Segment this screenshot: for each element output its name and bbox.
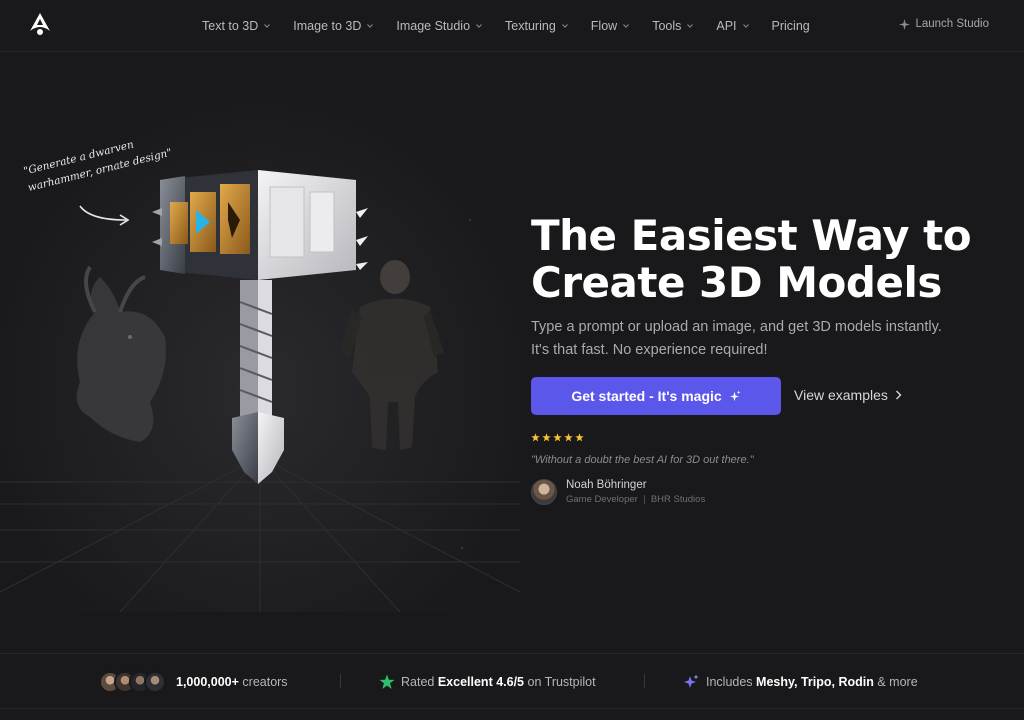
rated-prefix: Rated xyxy=(401,675,435,689)
nav-item-texturing[interactable]: Texturing xyxy=(505,19,568,33)
creators-suffix: creators xyxy=(242,675,288,689)
star-icon xyxy=(542,433,551,442)
testimonial-quote: "Without a doubt the best AI for 3D out … xyxy=(531,454,754,466)
hero-title-line-2: Create 3D Models xyxy=(531,258,942,307)
top-navbar: Text to 3D Image to 3D Image Studio Text… xyxy=(0,0,1024,52)
nav-item-api[interactable]: API xyxy=(716,19,749,33)
nav-menu: Text to 3D Image to 3D Image Studio Text… xyxy=(202,0,833,52)
nav-item-label: Image to 3D xyxy=(293,19,362,33)
hero-title: The Easiest Way to Create 3D Models xyxy=(531,212,1011,306)
hero-subtitle: Type a prompt or upload an image, and ge… xyxy=(531,316,1001,362)
nav-item-label: Pricing xyxy=(771,19,810,33)
star-icon xyxy=(531,433,540,442)
view-examples-label: View examples xyxy=(794,387,888,403)
chevron-down-icon xyxy=(742,24,749,28)
avatar-stack xyxy=(99,671,166,693)
author-company: BHR Studios xyxy=(650,494,706,505)
nav-item-label: API xyxy=(716,19,737,33)
includes-value: Meshy, Tripo, Rodin xyxy=(756,675,874,689)
author-role-title: Game Developer xyxy=(566,494,638,505)
rated-suffix: on Trustpilot xyxy=(527,675,596,689)
curved-arrow-icon xyxy=(79,205,130,226)
nav-item-image-studio[interactable]: Image Studio xyxy=(396,19,482,33)
trustpilot-star-icon xyxy=(379,674,395,689)
nav-item-tools[interactable]: Tools xyxy=(652,19,694,33)
hero-scene-illustration xyxy=(0,52,520,612)
nav-item-flow[interactable]: Flow xyxy=(590,19,630,33)
avatar xyxy=(144,671,166,693)
nav-item-label: Text to 3D xyxy=(202,19,259,33)
star-icon xyxy=(553,433,562,442)
hero-subtitle-line-2: It's that fast. No experience required! xyxy=(531,342,768,358)
sparkle-icon xyxy=(899,18,911,30)
get-started-label: Get started - It's magic xyxy=(571,388,722,404)
chevron-down-icon xyxy=(476,24,482,28)
star-icon xyxy=(575,433,584,442)
get-started-button[interactable]: Get started - It's magic xyxy=(531,377,781,415)
nav-item-label: Image Studio xyxy=(396,19,471,33)
view-examples-link[interactable]: View examples xyxy=(794,387,902,403)
testimonial-role: Game Developer BHR Studios xyxy=(566,494,705,505)
nav-item-label: Texturing xyxy=(505,19,556,33)
chevron-down-icon xyxy=(687,24,694,28)
rated-value: Excellent 4.6/5 xyxy=(437,675,525,689)
chevron-right-icon xyxy=(895,390,902,400)
stat-creators: 1,000,000+ creators xyxy=(99,654,288,710)
sparkles-icon xyxy=(729,389,741,401)
testimonial-author: Noah Böhringer xyxy=(566,479,647,491)
nav-item-pricing[interactable]: Pricing xyxy=(772,19,810,33)
divider xyxy=(644,674,645,688)
stat-rating: Rated Excellent 4.6/5 on Trustpilot xyxy=(379,654,596,710)
ai-sparkle-icon xyxy=(684,674,699,688)
creators-count: 1,000,000+ xyxy=(176,675,239,689)
logo-icon[interactable] xyxy=(28,12,52,36)
nav-item-image-to-3d[interactable]: Image to 3D xyxy=(293,19,374,33)
divider xyxy=(643,495,645,504)
chevron-down-icon xyxy=(623,24,630,28)
chevron-down-icon xyxy=(264,24,271,28)
nav-item-text-to-3d[interactable]: Text to 3D xyxy=(202,19,271,33)
chevron-down-icon xyxy=(561,24,568,28)
hero-subtitle-line-1: Type a prompt or upload an image, and ge… xyxy=(531,319,942,335)
stats-bar: 1,000,000+ creators Rated Excellent 4.6/… xyxy=(0,653,1024,709)
hero-3d-scene: "Generate a dwarven warhammer, ornate de… xyxy=(0,52,520,612)
includes-suffix: & more xyxy=(877,675,918,689)
launch-studio-label: Launch Studio xyxy=(915,18,989,30)
avatar xyxy=(531,479,557,505)
includes-prefix: Includes xyxy=(706,675,753,689)
star-icon xyxy=(564,433,573,442)
nav-item-label: Flow xyxy=(590,19,618,33)
stat-includes: Includes Meshy, Tripo, Rodin & more xyxy=(683,654,918,710)
divider xyxy=(340,674,341,688)
hero-title-line-1: The Easiest Way to xyxy=(531,211,972,260)
chevron-down-icon xyxy=(367,24,374,28)
launch-studio-link[interactable]: Launch Studio xyxy=(899,18,989,30)
rating-stars xyxy=(531,433,584,442)
nav-item-label: Tools xyxy=(652,19,682,33)
